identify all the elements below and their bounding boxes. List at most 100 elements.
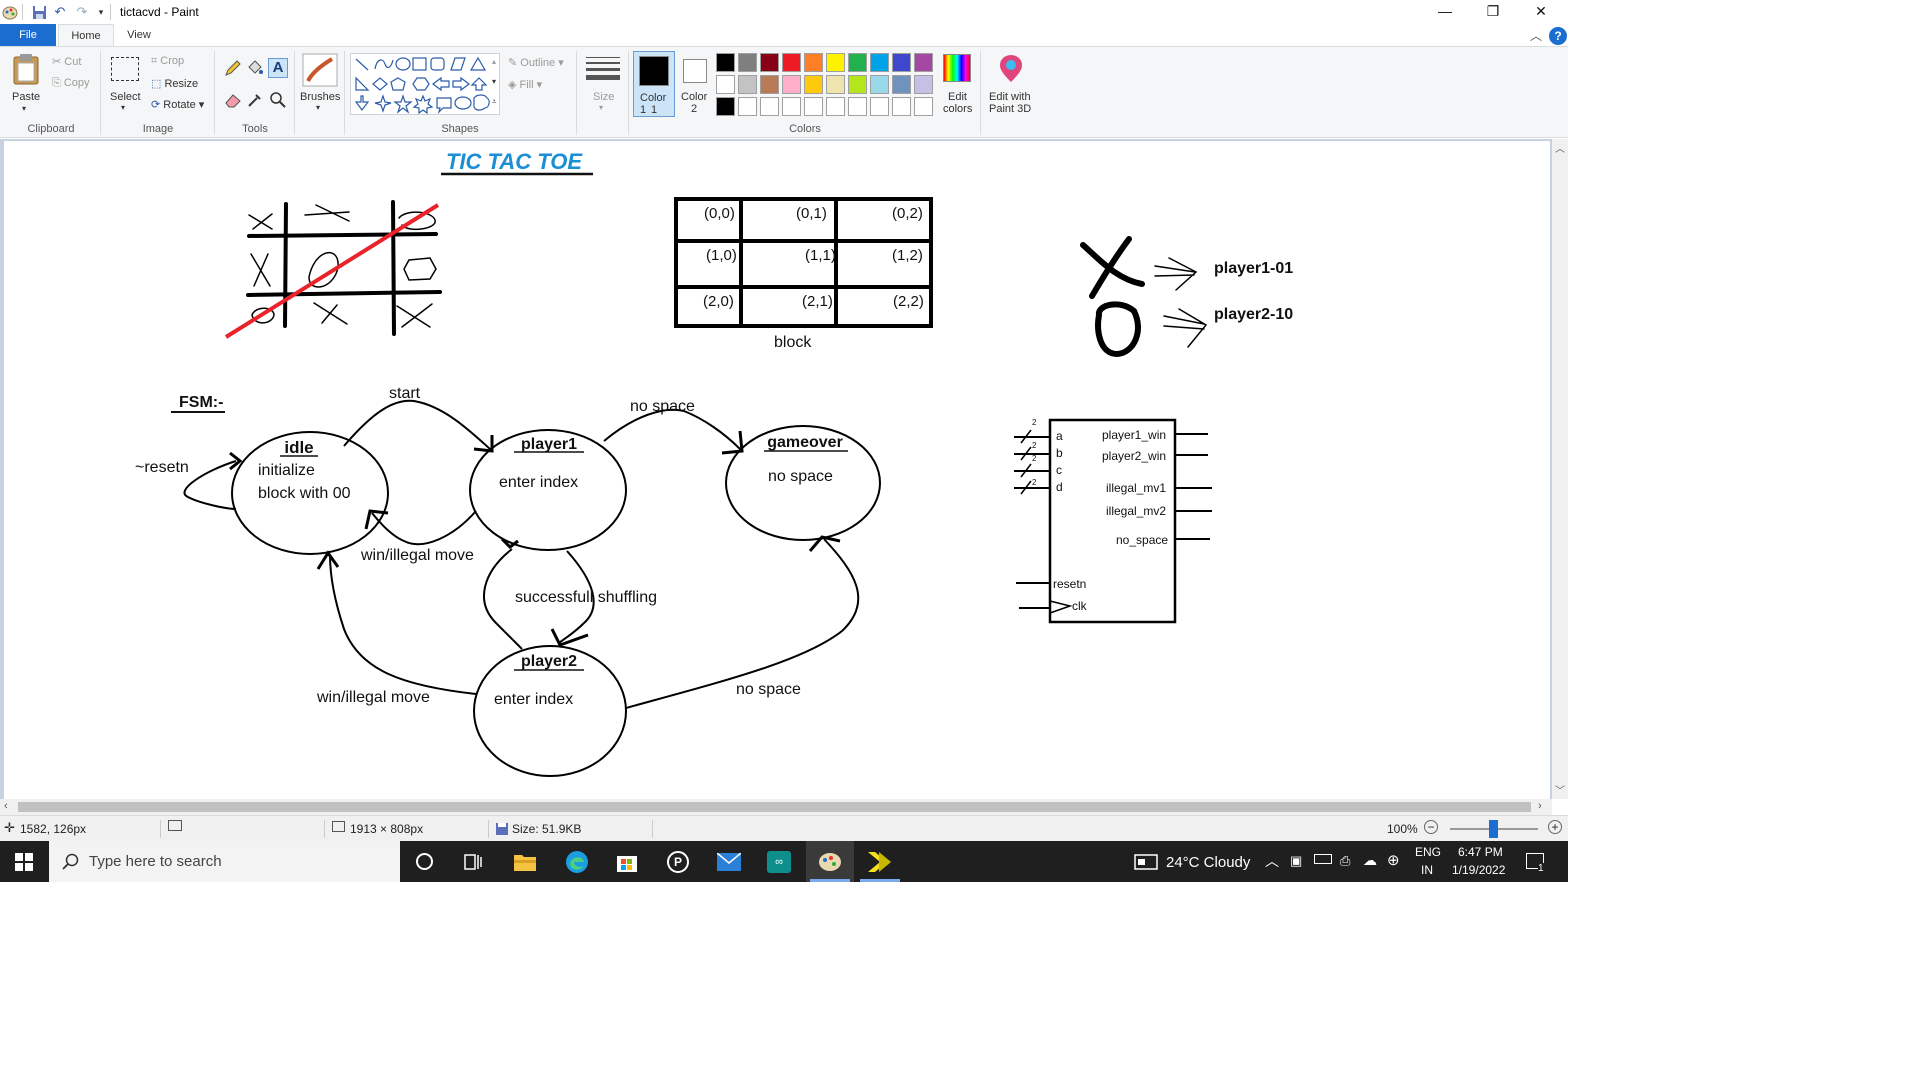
tab-view[interactable]: View: [116, 24, 162, 46]
color2-button[interactable]: Color 2: [678, 51, 712, 117]
zoom-slider-thumb[interactable]: [1489, 820, 1498, 838]
shapes-more-icon[interactable]: ⩡: [492, 97, 497, 107]
paint-taskbar-button[interactable]: [806, 841, 854, 882]
palette-swatch[interactable]: [760, 97, 779, 116]
eraser-icon[interactable]: [224, 91, 242, 109]
resize-button[interactable]: ⬚ Resize: [151, 77, 198, 90]
battery-icon[interactable]: [1314, 854, 1332, 864]
horizontal-scroll-thumb[interactable]: [18, 802, 1531, 812]
drawing-canvas[interactable]: TIC TAC TOE (0,0) (0,1) (0,2) (1,0) (1,1…: [4, 141, 1550, 799]
app-icon-p[interactable]: P: [667, 851, 689, 873]
vertical-scrollbar[interactable]: ︿ ﹀: [1552, 139, 1568, 799]
close-button[interactable]: ✕: [1518, 0, 1564, 24]
tab-file[interactable]: File: [0, 24, 56, 46]
palette-swatch[interactable]: [826, 97, 845, 116]
scroll-down-icon[interactable]: ﹀: [1555, 782, 1565, 797]
edit-colors-button[interactable]: Edit colors: [940, 51, 976, 117]
collapse-ribbon-icon[interactable]: ︿: [1530, 27, 1542, 44]
palette-swatch[interactable]: [716, 97, 735, 116]
language-eng[interactable]: ENG: [1415, 845, 1441, 859]
horizontal-scrollbar[interactable]: ‹ ›: [0, 799, 1552, 815]
paste-button[interactable]: Paste ▾: [6, 51, 46, 115]
shapes-gallery[interactable]: [350, 53, 500, 115]
zoom-in-icon[interactable]: +: [1548, 820, 1562, 834]
outline-button[interactable]: ✎ Outline ▾: [508, 56, 564, 69]
zoom-out-icon[interactable]: −: [1424, 820, 1438, 834]
arduino-icon[interactable]: ∞: [767, 851, 791, 873]
palette-swatch[interactable]: [892, 75, 911, 94]
cut-button[interactable]: ✂ Cut: [52, 55, 81, 68]
palette-swatch[interactable]: [848, 75, 867, 94]
task-view-icon[interactable]: [464, 853, 482, 871]
palette-swatch[interactable]: [738, 97, 757, 116]
select-button[interactable]: Select ▾: [106, 55, 146, 115]
restore-button[interactable]: ❐: [1470, 0, 1516, 24]
copy-button[interactable]: ⎘ Copy: [52, 77, 90, 90]
clock-time[interactable]: 6:47 PM: [1458, 845, 1503, 859]
scroll-right-icon[interactable]: ›: [1538, 800, 1542, 812]
weather-text[interactable]: 24°C Cloudy: [1166, 854, 1250, 871]
microsoft-store-icon[interactable]: [616, 851, 638, 873]
palette-swatch[interactable]: [848, 97, 867, 116]
palette-swatch[interactable]: [914, 53, 933, 72]
save-icon[interactable]: [32, 5, 47, 20]
usb-icon[interactable]: ⎙: [1340, 853, 1350, 869]
undo-icon[interactable]: ↶: [52, 4, 68, 20]
palette-swatch[interactable]: [848, 53, 867, 72]
magnifier-icon[interactable]: [269, 91, 287, 109]
vivado-icon[interactable]: [867, 851, 893, 873]
crop-button[interactable]: ⌗ Crop: [151, 55, 184, 68]
palette-swatch[interactable]: [870, 97, 889, 116]
shapes-scroll-up-icon[interactable]: ▴: [492, 57, 496, 66]
palette-swatch[interactable]: [716, 75, 735, 94]
help-button[interactable]: ?: [1549, 27, 1567, 45]
cloud-icon[interactable]: ☁: [1363, 852, 1377, 869]
network-icon[interactable]: ⊕: [1387, 851, 1400, 869]
cortana-icon[interactable]: [416, 853, 433, 870]
pencil-icon[interactable]: [224, 59, 242, 77]
windows-start-icon[interactable]: [15, 853, 33, 871]
palette-swatch[interactable]: [892, 97, 911, 116]
fill-button[interactable]: ◈ Fill ▾: [508, 78, 542, 91]
file-explorer-icon[interactable]: [513, 852, 537, 872]
palette-swatch[interactable]: [738, 75, 757, 94]
scroll-left-icon[interactable]: ‹: [4, 800, 8, 812]
redo-icon[interactable]: ↷: [74, 4, 90, 20]
scroll-up-icon[interactable]: ︿: [1555, 140, 1565, 155]
palette-swatch[interactable]: [782, 75, 801, 94]
shapes-scroll-down-icon[interactable]: ▾: [492, 77, 496, 86]
color1-button[interactable]: Color 1 1: [633, 51, 675, 117]
palette-swatch[interactable]: [870, 53, 889, 72]
palette-swatch[interactable]: [804, 75, 823, 94]
edit-with-paint3d-button[interactable]: Edit with Paint 3D: [986, 51, 1034, 117]
mail-icon[interactable]: [717, 853, 741, 871]
customize-quick-access-icon[interactable]: ▾: [93, 4, 109, 20]
palette-swatch[interactable]: [804, 97, 823, 116]
language-in[interactable]: IN: [1421, 863, 1433, 877]
palette-swatch[interactable]: [716, 53, 735, 72]
palette-swatch[interactable]: [782, 53, 801, 72]
fill-bucket-icon[interactable]: [246, 59, 264, 77]
tab-home[interactable]: Home: [58, 24, 114, 46]
rotate-button[interactable]: ⟳ Rotate ▾: [151, 98, 204, 111]
size-button[interactable]: Size ▾: [584, 53, 622, 115]
edge-browser-icon[interactable]: [565, 850, 589, 874]
minimize-button[interactable]: —: [1422, 0, 1468, 24]
palette-swatch[interactable]: [826, 53, 845, 72]
palette-swatch[interactable]: [738, 53, 757, 72]
palette-swatch[interactable]: [870, 75, 889, 94]
palette-swatch[interactable]: [892, 53, 911, 72]
color-picker-icon[interactable]: [246, 91, 264, 109]
device-icon[interactable]: ▣: [1290, 853, 1302, 869]
taskbar-search[interactable]: Type here to search: [49, 841, 400, 882]
palette-swatch[interactable]: [782, 97, 801, 116]
palette-swatch[interactable]: [760, 75, 779, 94]
palette-swatch[interactable]: [914, 75, 933, 94]
palette-swatch[interactable]: [804, 53, 823, 72]
palette-swatch[interactable]: [760, 53, 779, 72]
show-hidden-icons[interactable]: ︿: [1265, 851, 1279, 871]
palette-swatch[interactable]: [826, 75, 845, 94]
brushes-button[interactable]: Brushes ▾: [298, 51, 342, 117]
clock-date[interactable]: 1/19/2022: [1452, 863, 1505, 877]
text-tool-icon[interactable]: A: [268, 58, 288, 78]
